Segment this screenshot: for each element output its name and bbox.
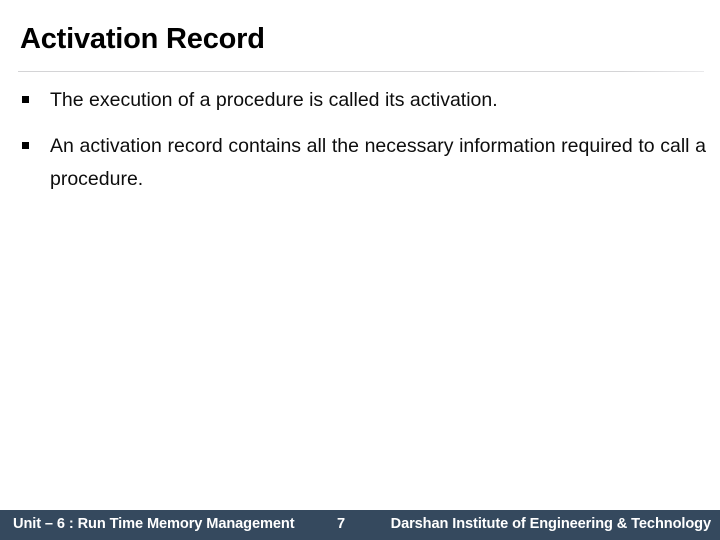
- footer-organization: Darshan Institute of Engineering & Techn…: [390, 516, 711, 532]
- title-divider: [18, 71, 704, 72]
- list-item-text: An activation record contains all the ne…: [50, 135, 706, 190]
- list-item-text: The execution of a procedure is called i…: [50, 89, 498, 111]
- list-item: An activation record contains all the ne…: [18, 130, 706, 229]
- slide-footer: Unit – 6 : Run Time Memory Management 7 …: [0, 510, 720, 540]
- page-title: Activation Record: [20, 23, 265, 55]
- footer-unit-label: Unit – 6 : Run Time Memory Management: [13, 516, 295, 532]
- bullet-list: The execution of a procedure is called i…: [18, 84, 706, 242]
- list-item: The execution of a procedure is called i…: [18, 84, 706, 117]
- square-bullet-icon: [22, 84, 31, 117]
- slide-canvas: Activation Record The execution of a pro…: [0, 0, 720, 540]
- square-bullet-icon: [22, 130, 31, 163]
- footer-page-number: 7: [337, 516, 346, 532]
